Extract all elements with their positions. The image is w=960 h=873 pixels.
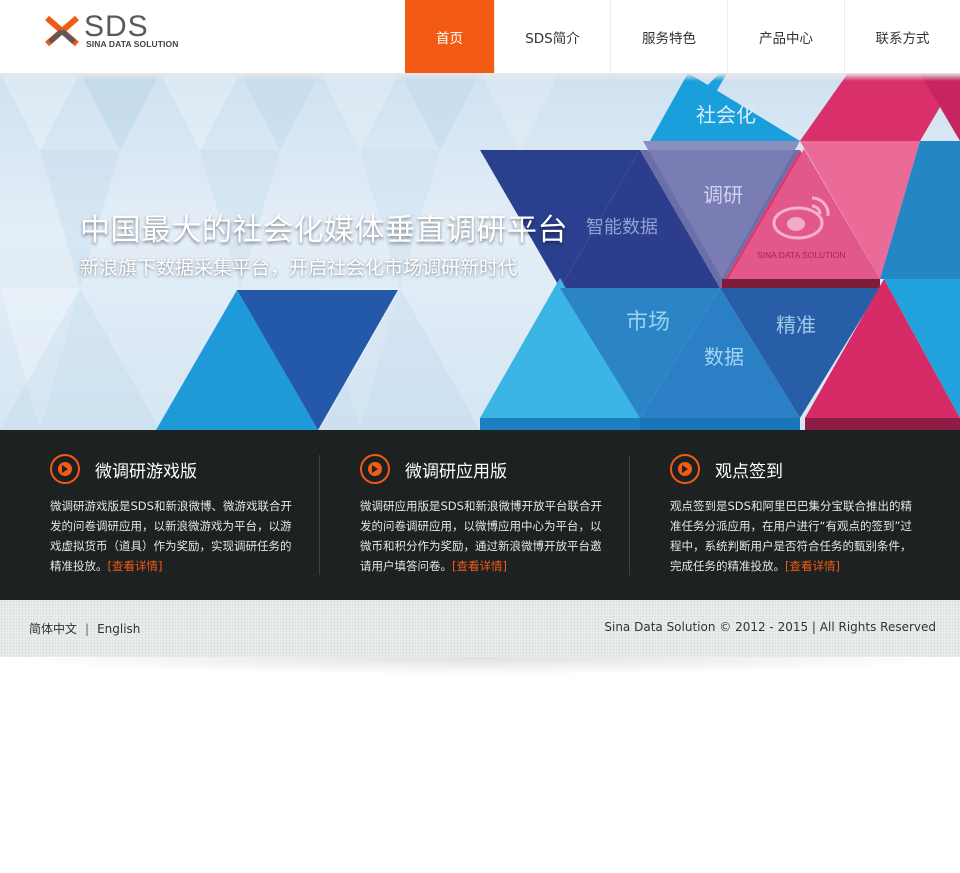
feature-card-app: 微调研应用版 微调研应用版是SDS和新浪微博开放平台联合开发的问卷调研应用，以微… [360, 454, 610, 576]
view-details-link[interactable]: [查看详情] [785, 559, 840, 573]
footer-shadow [0, 657, 960, 687]
nav-item-contact[interactable]: 联系方式 [844, 0, 960, 73]
arrow-right-circle-icon[interactable] [50, 454, 80, 484]
feature-description: 观点签到是SDS和阿里巴巴集分宝联合推出的精准任务分派应用，在用户进行“有观点的… [670, 496, 920, 576]
feature-card-checkin: 观点签到 观点签到是SDS和阿里巴巴集分宝联合推出的精准任务分派应用，在用户进行… [670, 454, 920, 576]
feature-divider [319, 455, 320, 575]
arrow-right-circle-icon[interactable] [360, 454, 390, 484]
feature-description-text: 微调研游戏版是SDS和新浪微博、微游戏联合开发的问卷调研应用，以新浪微游戏为平台… [50, 499, 292, 573]
tag-market: 市场 [626, 310, 671, 335]
feature-header[interactable]: 微调研游戏版 [50, 454, 300, 484]
banner-subtitle: 新浪旗下数据采集平台，开启社会化市场调研新时代 [80, 257, 518, 279]
nav-item-about[interactable]: SDS简介 [494, 0, 610, 73]
nav-item-products[interactable]: 产品中心 [727, 0, 844, 73]
feature-card-game: 微调研游戏版 微调研游戏版是SDS和新浪微博、微游戏联合开发的问卷调研应用，以新… [50, 454, 300, 576]
feature-title[interactable]: 观点签到 [715, 457, 783, 482]
weibo-caption: SINA DATA SOLUTION [757, 250, 846, 260]
tag-social: 社会化 [696, 103, 756, 127]
site-header: SDS SINA DATA SOLUTION 首页 SDS简介 服务特色 产品中… [0, 0, 960, 73]
sds-logo-mark-icon [45, 15, 79, 47]
lang-simplified-chinese-link[interactable]: 简体中文 [29, 622, 77, 636]
main-nav: 首页 SDS简介 服务特色 产品中心 联系方式 [405, 0, 960, 73]
feature-header[interactable]: 微调研应用版 [360, 454, 610, 484]
feature-description: 微调研游戏版是SDS和新浪微博、微游戏联合开发的问卷调研应用，以新浪微游戏为平台… [50, 496, 300, 576]
features-section: 微调研游戏版 微调研游戏版是SDS和新浪微博、微游戏联合开发的问卷调研应用，以新… [0, 430, 960, 600]
hero-banner: 社会化 调研 智能数据 市场 精准 数据 SINA DATA SOLUTION … [0, 73, 960, 430]
lang-english-link[interactable]: English [97, 622, 140, 636]
nav-item-services[interactable]: 服务特色 [610, 0, 727, 73]
tag-data: 数据 [704, 345, 744, 369]
nav-item-home[interactable]: 首页 [405, 0, 494, 73]
lang-separator: | [85, 622, 90, 636]
copyright-text: Sina Data Solution © 2012 - 2015 | All R… [604, 620, 936, 634]
tag-precise: 精准 [776, 313, 816, 337]
feature-header[interactable]: 观点签到 [670, 454, 920, 484]
feature-title[interactable]: 微调研游戏版 [95, 457, 197, 482]
language-switcher: 简体中文 | English [29, 620, 140, 637]
arrow-right-circle-icon[interactable] [670, 454, 700, 484]
view-details-link[interactable]: [查看详情] [108, 559, 163, 573]
feature-title[interactable]: 微调研应用版 [405, 457, 507, 482]
tag-smart-data: 智能数据 [586, 217, 658, 238]
sds-logo[interactable]: SDS SINA DATA SOLUTION [44, 10, 184, 54]
logo-subtitle: SINA DATA SOLUTION [86, 39, 179, 49]
view-details-link[interactable]: [查看详情] [452, 559, 507, 573]
feature-description: 微调研应用版是SDS和新浪微博开放平台联合开发的问卷调研应用，以微博应用中心为平… [360, 496, 610, 576]
feature-divider [629, 455, 630, 575]
banner-title: 中国最大的社会化媒体垂直调研平台 [80, 213, 568, 248]
site-footer: 简体中文 | English Sina Data Solution © 2012 -… [0, 600, 960, 657]
header-shadow [0, 73, 960, 81]
tag-research: 调研 [703, 183, 743, 207]
